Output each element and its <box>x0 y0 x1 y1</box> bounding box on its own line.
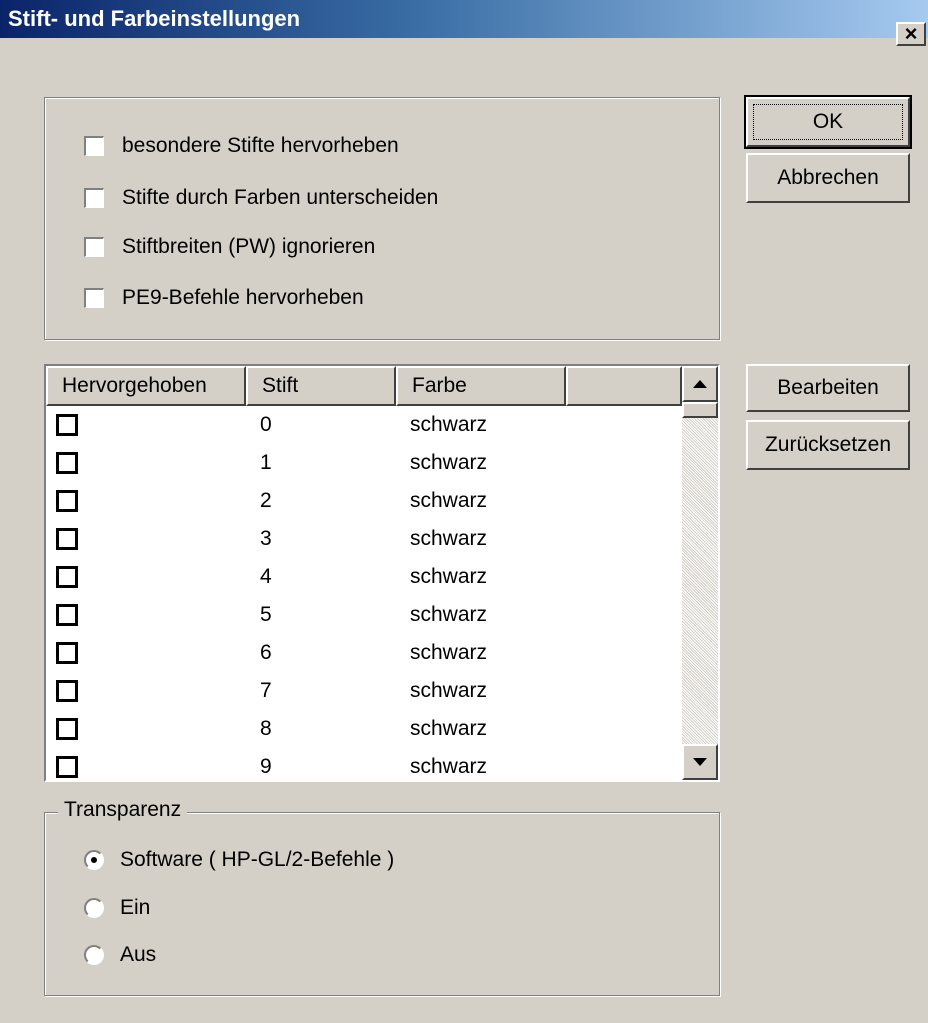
column-label: Stift <box>262 374 299 397</box>
table-row[interactable]: 5 schwarz <box>46 596 682 634</box>
radio-software[interactable]: Software ( HP-GL/2-Befehle ) <box>84 845 394 875</box>
arrow-down-icon <box>693 757 707 766</box>
table-row[interactable]: 9 schwarz <box>46 748 682 780</box>
row-checkbox[interactable] <box>56 452 78 474</box>
option-label: Stifte durch Farben unterscheiden <box>122 186 439 209</box>
window-title: Stift- und Farbeinstellungen <box>8 6 301 31</box>
pen-color: schwarz <box>410 565 488 588</box>
table-row[interactable]: 3 schwarz <box>46 520 682 558</box>
pen-list-rows: 0 schwarz 1 schwarz 2 schwarz 3 schwarz … <box>46 406 682 780</box>
row-checkbox[interactable] <box>56 528 78 550</box>
row-checkbox[interactable] <box>56 490 78 512</box>
option-highlight-pens[interactable]: besondere Stifte hervorheben <box>84 132 399 160</box>
pen-number: 1 <box>260 451 272 474</box>
pen-color: schwarz <box>410 755 488 778</box>
pen-color: schwarz <box>410 603 488 626</box>
checkbox[interactable] <box>84 136 104 156</box>
row-checkbox[interactable] <box>56 604 78 626</box>
column-label: Hervorgehoben <box>62 374 207 397</box>
pen-color: schwarz <box>410 413 488 436</box>
option-highlight-pe9[interactable]: PE9-Befehle hervorheben <box>84 284 364 312</box>
table-row[interactable]: 8 schwarz <box>46 710 682 748</box>
radio-label: Ein <box>120 896 151 919</box>
table-row[interactable]: 4 schwarz <box>46 558 682 596</box>
pen-number: 8 <box>260 717 272 740</box>
close-button[interactable]: × <box>896 22 926 46</box>
option-distinguish-colors[interactable]: Stifte durch Farben unterscheiden <box>84 184 438 212</box>
column-header-empty[interactable] <box>566 366 682 406</box>
pen-number: 2 <box>260 489 272 512</box>
row-checkbox[interactable] <box>56 680 78 702</box>
checkbox[interactable] <box>84 188 104 208</box>
cancel-label: Abbrechen <box>777 166 879 189</box>
row-checkbox[interactable] <box>56 756 78 778</box>
arrow-up-icon <box>693 379 707 388</box>
checkbox[interactable] <box>84 288 104 308</box>
column-header-color[interactable]: Farbe <box>396 366 566 406</box>
pen-number: 3 <box>260 527 272 550</box>
transparency-legend: Transparenz <box>58 798 188 822</box>
table-row[interactable]: 1 schwarz <box>46 444 682 482</box>
column-header-highlighted[interactable]: Hervorgehoben <box>46 366 246 406</box>
vertical-scrollbar[interactable] <box>682 366 718 780</box>
reset-label: Zurücksetzen <box>764 433 892 456</box>
pen-color: schwarz <box>410 527 488 550</box>
edit-label: Bearbeiten <box>777 376 879 399</box>
option-label: PE9-Befehle hervorheben <box>122 286 364 309</box>
pen-number: 5 <box>260 603 272 626</box>
pen-color: schwarz <box>410 679 488 702</box>
radio-off[interactable]: Aus <box>84 940 156 970</box>
scroll-thumb[interactable] <box>682 402 718 418</box>
column-header-pen[interactable]: Stift <box>246 366 396 406</box>
pen-color: schwarz <box>410 641 488 664</box>
row-checkbox[interactable] <box>56 414 78 436</box>
pen-number: 9 <box>260 755 272 778</box>
pen-number: 0 <box>260 413 272 436</box>
pen-number: 6 <box>260 641 272 664</box>
reset-button[interactable]: Zurücksetzen <box>746 420 910 470</box>
table-row[interactable]: 2 schwarz <box>46 482 682 520</box>
checkbox[interactable] <box>84 237 104 257</box>
title-bar[interactable]: Stift- und Farbeinstellungen <box>0 0 928 38</box>
row-checkbox[interactable] <box>56 566 78 588</box>
pen-color: schwarz <box>410 451 488 474</box>
pen-number: 4 <box>260 565 272 588</box>
close-icon: × <box>904 21 918 46</box>
option-label: Stiftbreiten (PW) ignorieren <box>122 235 376 258</box>
row-checkbox[interactable] <box>56 718 78 740</box>
row-checkbox[interactable] <box>56 642 78 664</box>
radio-label: Software ( HP-GL/2-Befehle ) <box>120 848 395 871</box>
pen-list-header: Hervorgehoben Stift Farbe <box>46 366 686 406</box>
pen-number: 7 <box>260 679 272 702</box>
table-row[interactable]: 0 schwarz <box>46 406 682 444</box>
pen-color: schwarz <box>410 717 488 740</box>
scroll-down-button[interactable] <box>682 744 718 780</box>
cancel-button[interactable]: Abbrechen <box>746 153 910 203</box>
edit-button[interactable]: Bearbeiten <box>746 364 910 412</box>
radio-button[interactable] <box>84 898 104 918</box>
radio-button[interactable] <box>84 945 104 965</box>
pen-color: schwarz <box>410 489 488 512</box>
table-row[interactable]: 6 schwarz <box>46 634 682 672</box>
ok-button[interactable]: OK <box>744 95 912 149</box>
radio-on[interactable]: Ein <box>84 893 150 923</box>
pen-list[interactable]: Hervorgehoben Stift Farbe 0 schwarz 1 sc… <box>44 364 720 782</box>
radio-label: Aus <box>120 943 157 966</box>
ok-label: OK <box>812 110 844 133</box>
scroll-up-button[interactable] <box>682 366 718 402</box>
option-ignore-pen-widths[interactable]: Stiftbreiten (PW) ignorieren <box>84 233 375 261</box>
option-label: besondere Stifte hervorheben <box>122 134 399 157</box>
radio-button[interactable] <box>84 850 104 870</box>
column-label: Farbe <box>412 374 467 397</box>
table-row[interactable]: 7 schwarz <box>46 672 682 710</box>
